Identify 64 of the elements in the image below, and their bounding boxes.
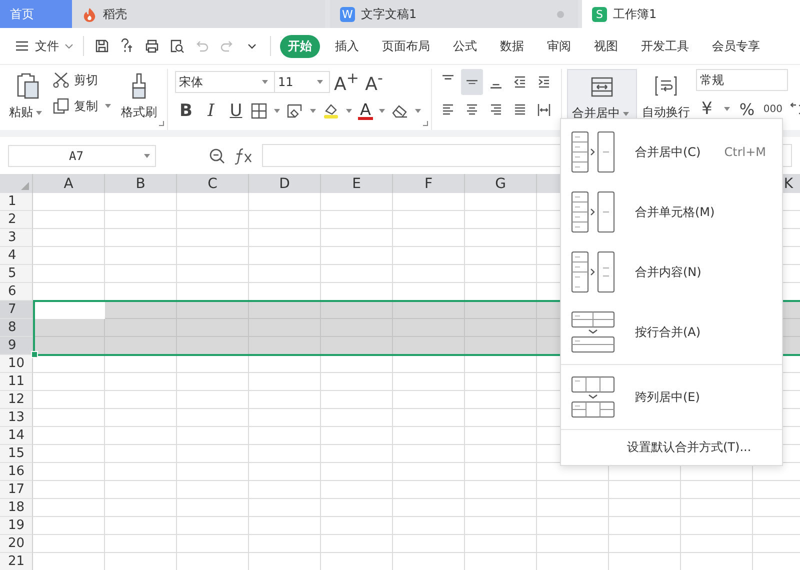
underline-button[interactable]: U (225, 101, 247, 121)
bold-button[interactable]: B (175, 101, 197, 121)
row-header[interactable]: 4 (0, 247, 33, 265)
column-header[interactable]: B (136, 176, 146, 192)
column-header[interactable]: F (424, 176, 433, 192)
row-header[interactable]: 20 (0, 535, 33, 553)
ribbon-tab[interactable]: 页面布局 (374, 34, 438, 58)
thousands-button[interactable]: 000 (760, 104, 785, 114)
grow-font-button[interactable]: A$^{+}$ (334, 69, 358, 95)
row-header[interactable]: 21 (0, 553, 33, 570)
document-tab[interactable]: S 工作簿1 (582, 0, 800, 28)
row-header[interactable]: 3 (0, 229, 33, 247)
ribbon-tab[interactable]: 公式 (445, 34, 485, 58)
column-header[interactable]: A (64, 176, 74, 192)
menu-item[interactable]: 按行合并(A) (561, 302, 782, 362)
row-header[interactable]: 19 (0, 517, 33, 535)
ribbon-tab[interactable]: 数据 (492, 34, 532, 58)
font-color-button[interactable]: A (358, 102, 373, 120)
row-header[interactable]: 1 (0, 193, 33, 211)
percent-button[interactable]: % (736, 100, 758, 118)
row-header[interactable]: 11 (0, 373, 33, 391)
document-tab[interactable]: 稻壳 (72, 0, 325, 28)
font-size-field[interactable]: 11 (274, 71, 330, 93)
cut-button[interactable]: 剪切 (52, 71, 114, 89)
row-header[interactable]: 18 (0, 499, 33, 517)
row-header[interactable]: 2 (0, 211, 33, 229)
currency-button[interactable]: ¥ (696, 99, 718, 119)
menu-item[interactable]: 设置默认合并方式(T)... (561, 432, 782, 462)
row-header[interactable]: 15 (0, 445, 33, 463)
column-header[interactable]: C (208, 176, 218, 192)
row-header[interactable]: 14 (0, 427, 33, 445)
row-header[interactable]: 5 (0, 265, 33, 283)
column-header[interactable]: E (352, 176, 361, 192)
shortcut-text: Ctrl+M (724, 145, 766, 159)
column-header[interactable]: G (495, 176, 506, 192)
row-header[interactable]: 13 (0, 409, 33, 427)
ribbon-tab[interactable]: 插入 (327, 34, 367, 58)
ribbon-tab[interactable]: 视图 (586, 34, 626, 58)
row-header[interactable]: 16 (0, 463, 33, 481)
name-box[interactable]: A7 (8, 144, 156, 166)
app-badge: S (592, 6, 607, 22)
ribbon-tab[interactable]: 开发工具 (633, 34, 697, 58)
ribbon-tab[interactable]: 审阅 (539, 34, 579, 58)
menu-item[interactable]: 合并单元格(M) (561, 182, 782, 242)
font-name-field[interactable]: 宋体 (175, 71, 275, 93)
number-format-field[interactable]: 常规 (696, 69, 788, 91)
document-tab[interactable]: W 文字文稿1 (330, 0, 578, 28)
menu-item[interactable]: 合并内容(N) (561, 242, 782, 302)
file-menu[interactable]: 文件 (14, 38, 74, 54)
row-header[interactable]: 17 (0, 481, 33, 499)
menu-item[interactable]: 跨列居中(E) (561, 367, 782, 427)
paste-button[interactable]: 粘贴 (6, 69, 48, 130)
row-header[interactable]: 7 (0, 301, 33, 319)
app-badge: W (340, 6, 355, 22)
row-header[interactable]: 12 (0, 391, 33, 409)
column-header[interactable]: D (279, 176, 290, 192)
italic-button[interactable]: I (200, 101, 222, 121)
column-header[interactable]: K (784, 176, 794, 192)
shrink-font-button[interactable]: A$^{-}$ (362, 69, 386, 95)
copy-button[interactable]: 复制 (52, 97, 114, 115)
ribbon-tab[interactable]: 会员专享 (704, 34, 768, 58)
row-header[interactable]: 8 (0, 319, 33, 337)
row-header[interactable]: 9 (0, 337, 33, 355)
format-painter-button[interactable]: 格式刷 (118, 69, 160, 130)
